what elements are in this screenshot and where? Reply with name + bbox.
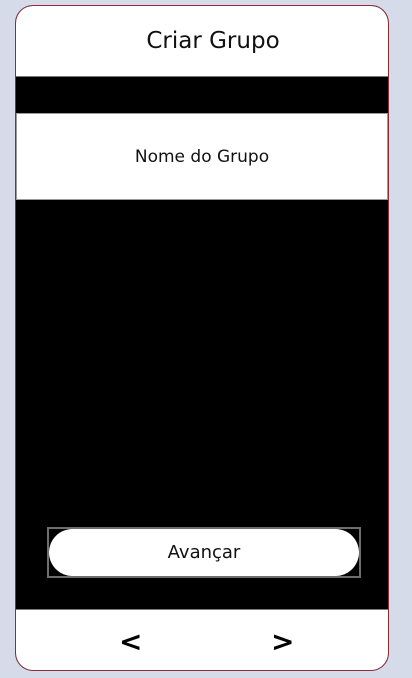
next-button-frame: Avançar	[47, 527, 361, 578]
next-button[interactable]: Avançar	[49, 529, 359, 576]
previous-nav-icon[interactable]: <	[119, 628, 142, 656]
header-bar: Criar Grupo	[16, 6, 388, 77]
group-name-input[interactable]	[17, 145, 387, 168]
group-name-field-container[interactable]	[16, 113, 388, 200]
footer-nav-bar: < >	[16, 609, 388, 670]
next-nav-icon[interactable]: >	[271, 628, 294, 656]
page-title: Criar Grupo	[146, 28, 280, 54]
phone-frame: Criar Grupo Avançar < >	[15, 5, 389, 671]
